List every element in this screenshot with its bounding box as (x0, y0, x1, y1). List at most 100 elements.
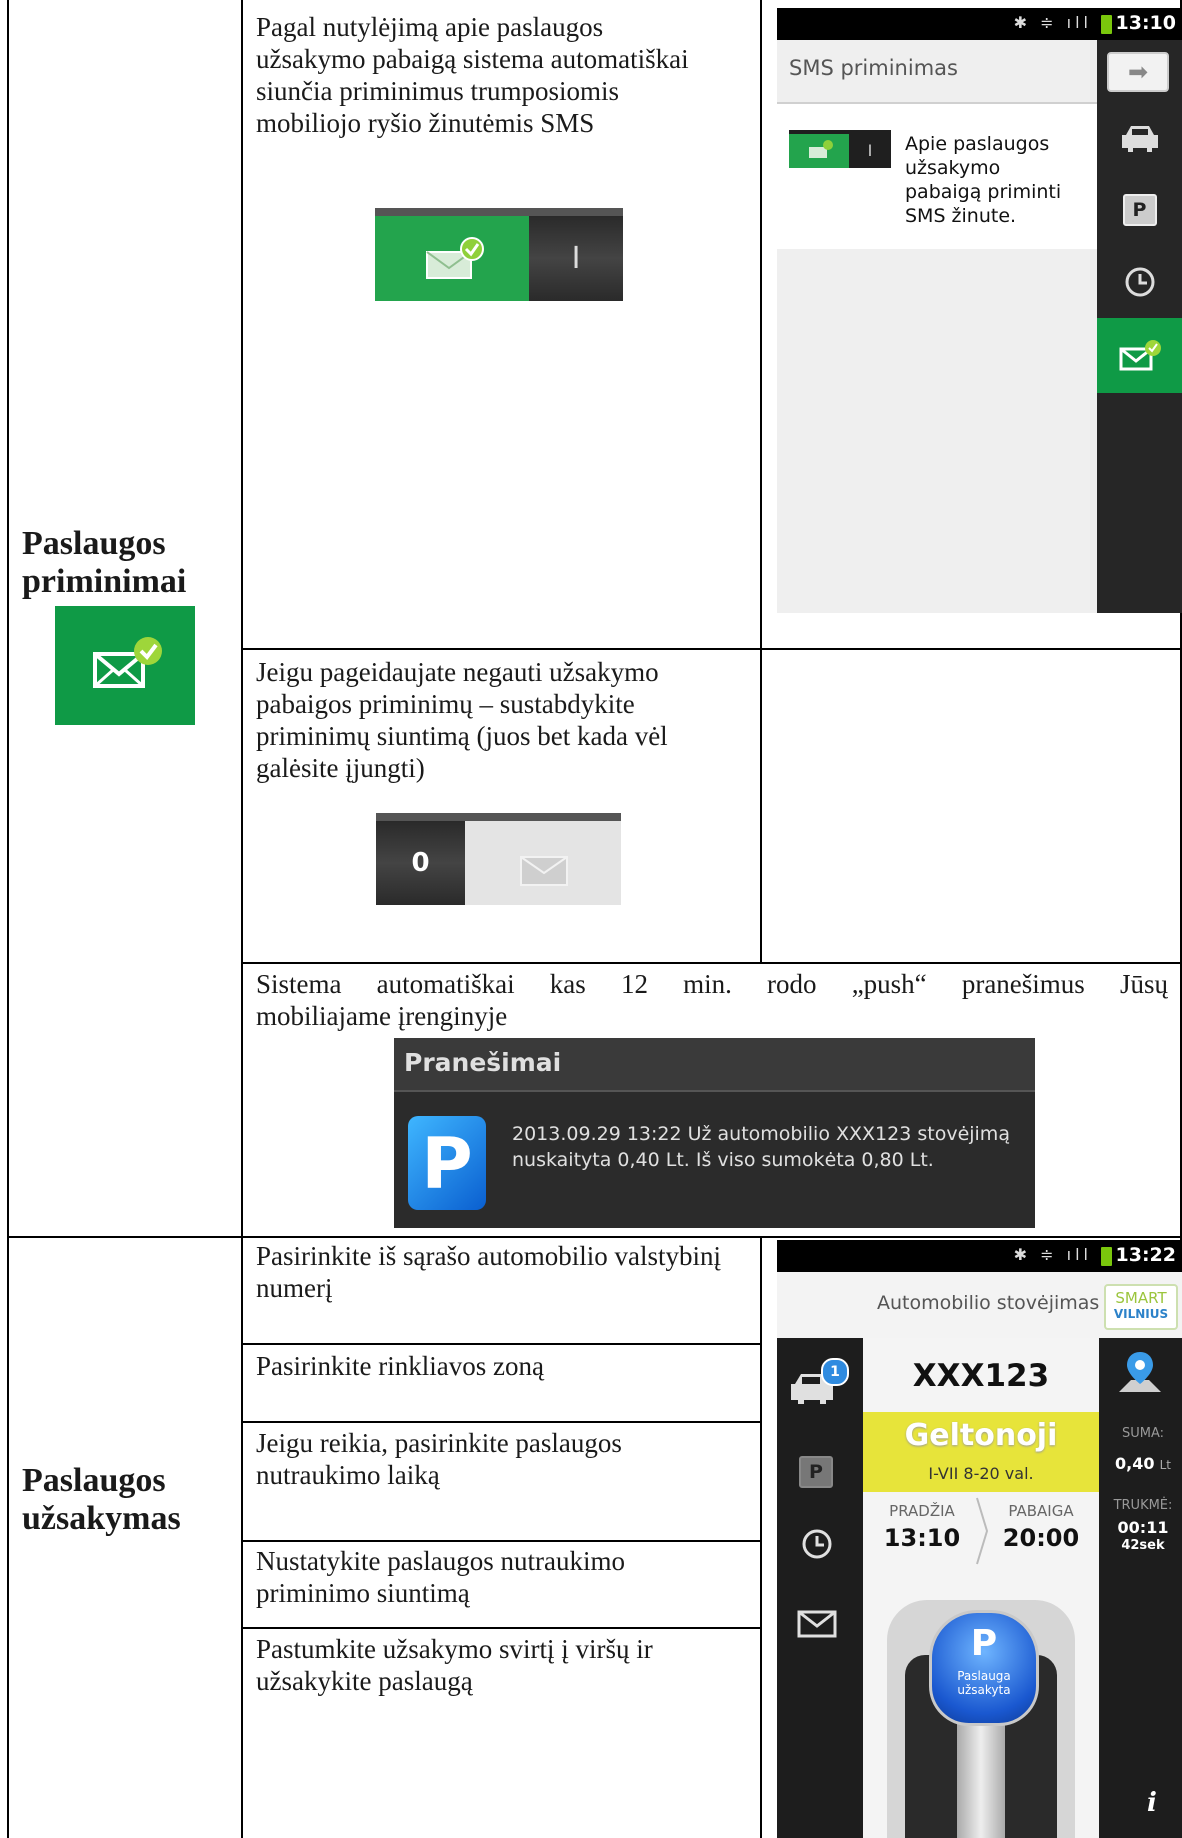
sms-toggle-small[interactable]: I (789, 130, 891, 168)
sum-unit: Lt (1159, 1458, 1171, 1472)
status-time: 13:10 (1115, 12, 1176, 34)
lever-shaft (957, 1710, 1005, 1838)
start-label: PRADŽIA (889, 1502, 955, 1520)
signal-icons: ✱ ≑ ıll (1013, 13, 1092, 32)
section-title-order: Paslaugos užsakymas (22, 1462, 237, 1538)
notification-header: Pranešimai (404, 1048, 562, 1077)
end-label: PABAIGA (1008, 1502, 1074, 1520)
duration-value: 00:11 (1117, 1518, 1169, 1537)
section-title-line1: Paslaugos (22, 525, 166, 562)
push-notification: Pranešimai P 2013.09.29 13:22 Už automob… (394, 1038, 1035, 1228)
step-1-text: Pasirinkite iš sąrašo automobilio valsty… (256, 1241, 721, 1303)
side-tab-clock[interactable] (1097, 246, 1182, 318)
envelope-check-icon (55, 606, 195, 725)
lever-line1: Paslauga (957, 1669, 1011, 1683)
row-divider-1 (241, 648, 1182, 650)
lever-line2: užsakyta (957, 1683, 1011, 1697)
duration-seconds: 42sek (1121, 1538, 1165, 1553)
lever-letter: P (970, 1623, 998, 1664)
forward-arrow-button[interactable]: ➡ (1107, 52, 1169, 92)
parking-icon: P (1122, 194, 1157, 226)
step-divider-4 (241, 1627, 761, 1629)
side-tab-sms-active[interactable] (1097, 318, 1182, 393)
sum-value-row: 0,40 Lt (1107, 1454, 1179, 1473)
notification-text: 2013.09.29 13:22 Už automobilio XXX123 s… (512, 1123, 1010, 1171)
start-time-box[interactable]: PRADŽIA 13:10 (863, 1496, 981, 1566)
sms-reminder-screen: ✱ ≑ ıll 13:10 SMS priminimas I Apie pasl… (777, 8, 1182, 613)
app-title: Automobilio stovėjimas (877, 1292, 1100, 1314)
sms-toggle-off[interactable]: 0 (376, 813, 621, 905)
clock-icon (802, 1529, 832, 1559)
push-notice-text-line2: mobiliajame įrenginyje (256, 1001, 508, 1031)
zone-name: Geltonoji (904, 1418, 1058, 1453)
toggle-top-bar (376, 813, 621, 821)
zone-hours: I-VII 8-20 val. (928, 1464, 1034, 1483)
end-time-box[interactable]: PABAIGA 20:00 (983, 1496, 1099, 1566)
reminders-disable-text: Jeigu pageidaujate negauti užsakymo paba… (256, 657, 668, 783)
app-header: Automobilio stovėjimas SMART VILNIUS (777, 1272, 1182, 1338)
envelope-icon (797, 1610, 837, 1638)
col-divider-2-lower (760, 1236, 762, 1838)
toggle-top-bar (375, 208, 623, 216)
car-count-badge: 1 (821, 1358, 849, 1386)
map-pin-icon (1119, 1352, 1161, 1392)
step-divider-2 (241, 1421, 761, 1423)
side-tab-parking[interactable]: P (1097, 174, 1182, 246)
toggle-grey-half (465, 821, 621, 905)
section-title-line2: užsakymas (22, 1500, 181, 1537)
parking-order-screen: ✱ ≑ ıll 13:22 Automobilio stovėjimas SMA… (777, 1240, 1182, 1838)
sms-toggle-on[interactable]: I (375, 208, 623, 301)
zone-box[interactable]: Geltonoji I-VII 8-20 val. (863, 1412, 1099, 1492)
status-bar: ✱ ≑ ıll 13:10 (777, 8, 1182, 40)
car-icon (1121, 126, 1158, 152)
step-5-text: Pastumkite užsakymo svirtį į viršų ir už… (256, 1634, 653, 1696)
info-button[interactable]: i (1147, 1788, 1157, 1818)
left-nav: 1 P (777, 1338, 863, 1838)
battery-icon (1101, 15, 1112, 34)
step-divider-1 (241, 1343, 761, 1345)
step-3-text: Jeigu reikia, pasirinkite paslaugos nutr… (256, 1428, 622, 1490)
table-border-left (7, 0, 9, 1838)
smart-vilnius-logo: SMART VILNIUS (1104, 1284, 1178, 1330)
envelope-icon (520, 856, 568, 886)
step-divider-3 (241, 1540, 761, 1542)
plate-number[interactable]: XXX123 (863, 1342, 1099, 1410)
toggle-small-on-label: I (867, 141, 873, 160)
toggle-green-half (375, 216, 529, 301)
order-lever-knob[interactable]: P Paslauga užsakyta (929, 1610, 1039, 1726)
sms-description: Apie paslaugos užsakymo pabaigą priminti… (905, 133, 1062, 227)
nav-car-button[interactable]: 1 (789, 1358, 849, 1408)
sum-value: 0,40 (1115, 1454, 1155, 1473)
reminders-default-text: Pagal nutylėjimą apie paslaugos užsakymo… (256, 12, 689, 138)
envelope-check-icon (809, 140, 833, 158)
parking-icon: P (799, 1456, 833, 1488)
app-icon-letter: P (421, 1123, 473, 1205)
start-time: 13:10 (883, 1524, 961, 1552)
parking-app-icon: P (408, 1116, 486, 1210)
nav-parking-button[interactable]: P (799, 1456, 833, 1488)
sum-label: SUMA: (1121, 1426, 1165, 1441)
step-4-text: Nustatykite paslaugos nutraukimo primini… (256, 1546, 625, 1608)
toggle-on-label: I (529, 216, 623, 301)
logo-line1: SMART (1115, 1289, 1167, 1307)
nav-sms-button[interactable] (797, 1610, 837, 1643)
row-divider-2 (241, 962, 1182, 964)
step-2-text: Pasirinkite rinkliavos zoną (256, 1351, 544, 1381)
side-nav: ➡ P (1097, 40, 1182, 613)
col-divider-2-upper (760, 0, 762, 963)
battery-icon (1101, 1247, 1112, 1266)
section-title-reminders: Paslaugos priminimai (22, 525, 237, 601)
envelope-check-icon (426, 237, 484, 279)
section-title-line1: Paslaugos (22, 1462, 166, 1499)
map-button[interactable] (1115, 1348, 1165, 1403)
nav-clock-button[interactable] (801, 1528, 833, 1565)
side-tab-car[interactable] (1097, 102, 1182, 174)
signal-icons: ✱ ≑ ıll (1013, 1245, 1092, 1264)
status-time: 13:22 (1115, 1244, 1176, 1266)
push-notice-text: Sistema automatiškai kas 12 min. rodo „p… (256, 969, 1168, 999)
toggle-off-label: 0 (376, 821, 465, 905)
status-bar: ✱ ≑ ıll 13:22 (777, 1240, 1182, 1272)
screen-title: SMS priminimas (789, 56, 958, 80)
section-title-line2: priminimai (22, 563, 187, 600)
clock-icon (1125, 267, 1154, 297)
